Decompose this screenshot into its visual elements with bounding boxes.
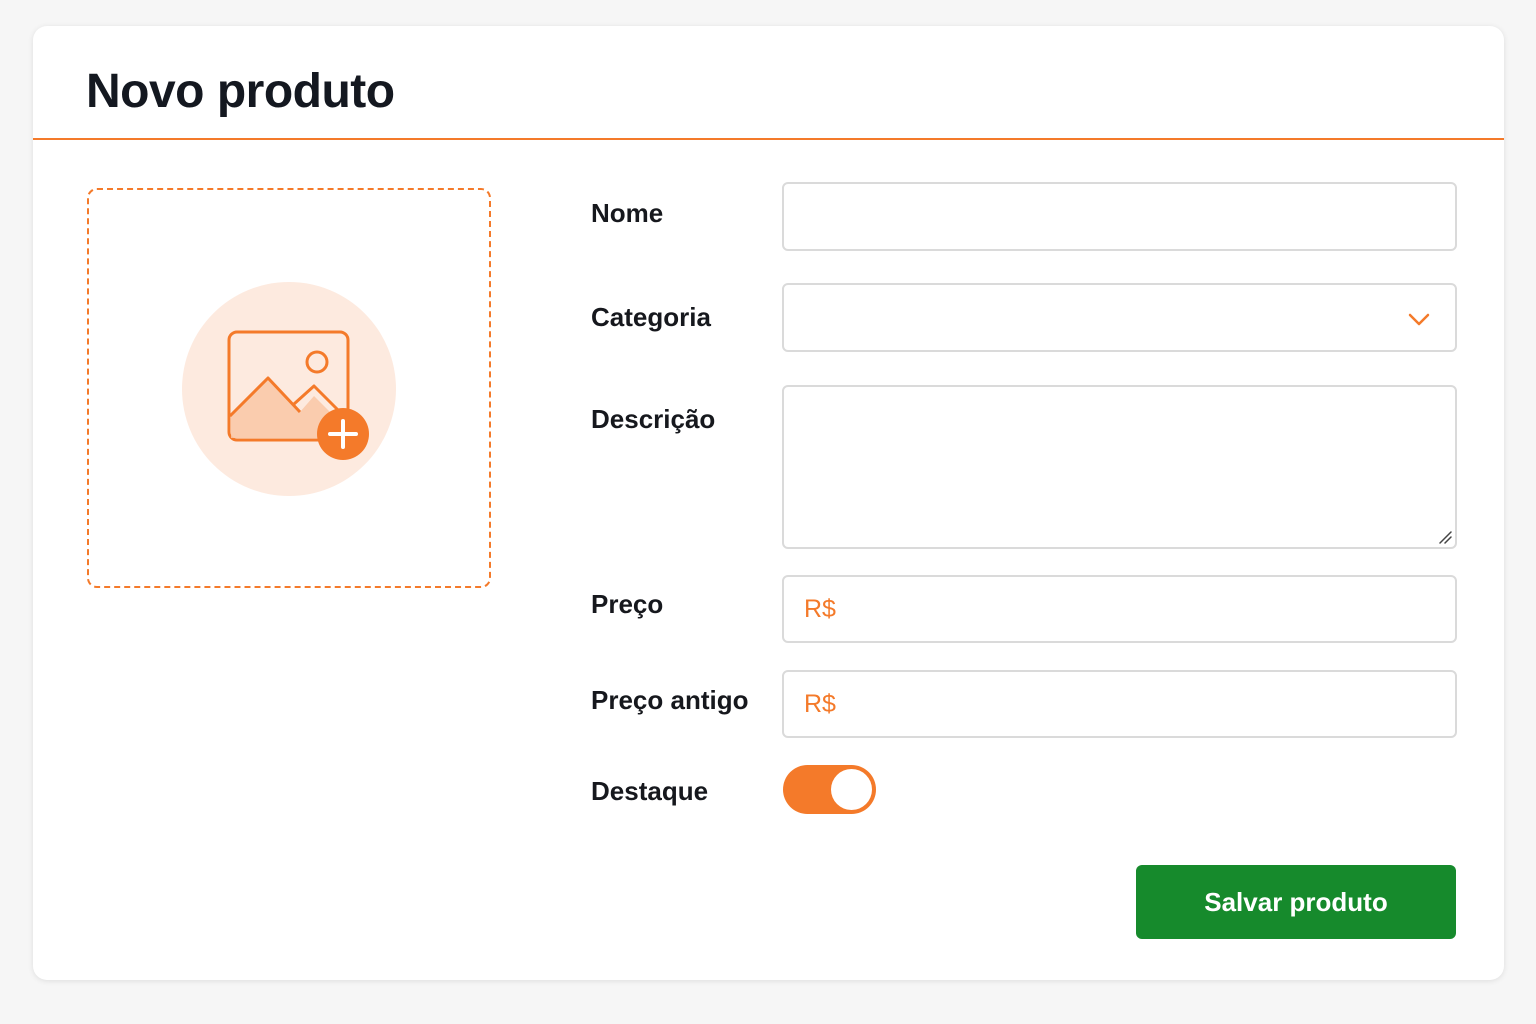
description-field[interactable] xyxy=(782,385,1457,549)
featured-toggle[interactable] xyxy=(783,765,876,814)
old-price-currency-prefix: R$ xyxy=(804,689,836,718)
resize-handle-icon[interactable] xyxy=(1438,530,1452,544)
old-price-field[interactable]: R$ xyxy=(782,670,1457,738)
category-label: Categoria xyxy=(591,302,711,332)
page-title: Novo produto xyxy=(86,65,395,118)
save-product-button[interactable]: Salvar produto xyxy=(1136,865,1456,939)
old-price-label: Preço antigo xyxy=(591,685,749,715)
price-label: Preço xyxy=(591,589,664,619)
image-add-icon xyxy=(227,330,369,460)
price-currency-prefix: R$ xyxy=(804,594,836,623)
name-label: Nome xyxy=(591,198,664,228)
description-label: Descrição xyxy=(591,404,716,434)
description-textarea[interactable] xyxy=(784,387,1455,547)
featured-label: Destaque xyxy=(591,776,709,806)
price-field[interactable]: R$ xyxy=(782,575,1457,643)
name-field[interactable] xyxy=(782,182,1457,251)
product-form-card: Novo produto Nome Categoria Descrição Pr… xyxy=(33,26,1504,980)
upload-icon-background xyxy=(182,282,396,496)
chevron-down-icon[interactable] xyxy=(1407,307,1431,331)
toggle-knob xyxy=(831,769,872,810)
image-upload-dropzone[interactable] xyxy=(87,188,491,588)
category-select[interactable] xyxy=(782,283,1457,352)
card-header: Novo produto xyxy=(33,26,1504,140)
name-input[interactable] xyxy=(784,184,1455,249)
price-input[interactable] xyxy=(784,577,1455,641)
old-price-input[interactable] xyxy=(784,672,1455,736)
